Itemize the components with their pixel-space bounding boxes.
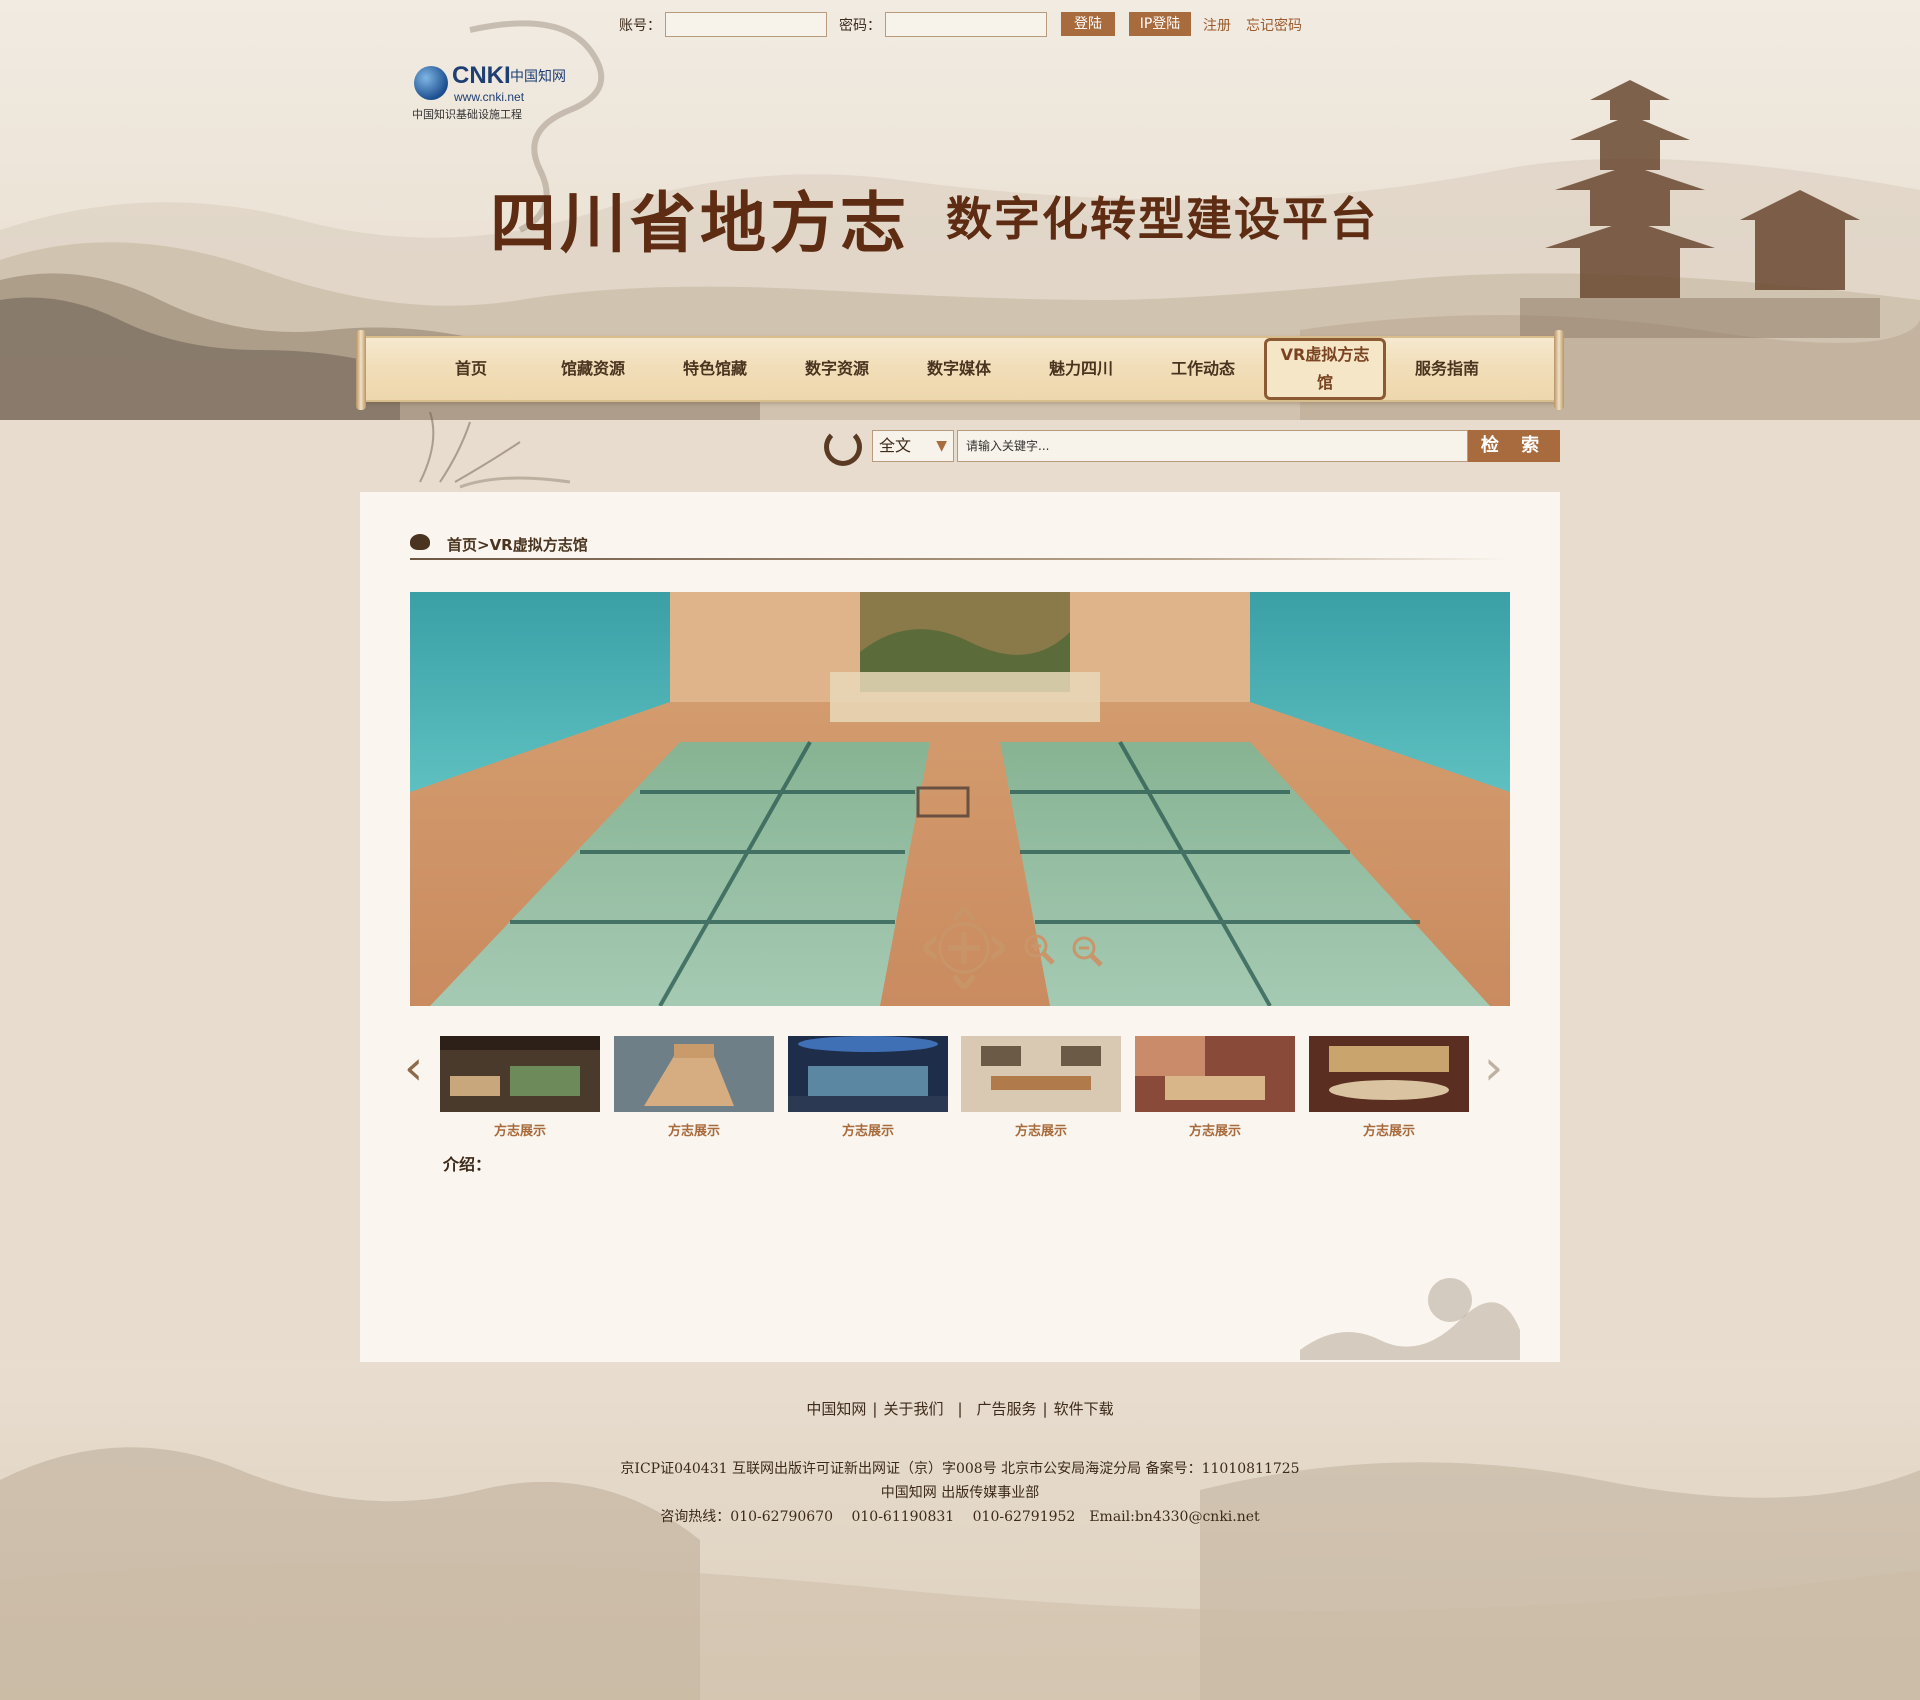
nav-item-digital-resources[interactable]: 数字资源 <box>776 338 898 400</box>
footer-separator: | <box>1042 1400 1048 1418</box>
scroll-roll-right <box>1554 330 1564 410</box>
footer-publisher: 中国知网 出版传媒事业部 <box>880 1485 1040 1501</box>
vr-panorama-viewer[interactable] <box>410 592 1510 1006</box>
nav-item-label: 特色馆藏 <box>682 359 747 378</box>
pagoda-illustration <box>1520 80 1880 338</box>
account-label: 账号： <box>619 18 661 34</box>
nav-item-label: 首页 <box>454 359 487 378</box>
footer-link-cnki[interactable]: 中国知网 <box>806 1400 866 1418</box>
cnki-logo[interactable]: CNKI 中国知网 www.cnki.net 中国知识基础设施工程 <box>410 62 570 124</box>
thumbnail-image[interactable] <box>614 1036 774 1112</box>
footer-links: 中国知网 | 关于我们 | 广告服务 | 软件下载 <box>0 1398 1920 1419</box>
nav-item-charm-sichuan[interactable]: 魅力四川 <box>1020 338 1142 400</box>
logo-subtitle: 中国知识基础设施工程 <box>412 108 522 121</box>
thumbnail-card[interactable]: 方志展示 <box>614 1036 774 1139</box>
thumbnail-image[interactable] <box>961 1036 1121 1112</box>
nav-item-label: 数字资源 <box>804 359 869 378</box>
move-icon[interactable] <box>918 902 1010 994</box>
footer-link-about[interactable]: 关于我们 <box>883 1400 943 1418</box>
globe-icon <box>414 66 448 100</box>
nav-item-service-guide[interactable]: 服务指南 <box>1386 338 1508 400</box>
nav-item-home[interactable]: 首页 <box>410 338 532 400</box>
thumbnail-caption: 方志展示 <box>841 1124 894 1139</box>
nav-item-news[interactable]: 工作动态 <box>1142 338 1264 400</box>
thumbnail-caption: 方志展示 <box>1014 1124 1067 1139</box>
breadcrumb-divider <box>410 558 1510 560</box>
thumbnail-image[interactable] <box>440 1036 600 1112</box>
password-label: 密码： <box>839 18 881 34</box>
footer-icp: 京ICP证040431 互联网出版许可证新出网证（京）字008号 北京市公安局海… <box>620 1461 1300 1477</box>
search-placeholder: 请输入关键字... <box>966 439 1050 453</box>
thumbnail-image[interactable] <box>1309 1036 1469 1112</box>
loading-spinner-icon <box>824 428 862 466</box>
site-title-sub: 数字化转型建设平台 <box>946 192 1378 246</box>
thumbnail-caption: 方志展示 <box>1362 1124 1415 1139</box>
footer-separator: | <box>872 1400 878 1418</box>
search-scope-select[interactable]: 全文 ▼ <box>872 430 954 462</box>
thumbnail-card[interactable]: 方志展示 <box>1135 1036 1295 1139</box>
site-title-main: 四川省地方志 <box>490 184 910 262</box>
thumbnail-card[interactable]: 方志展示 <box>961 1036 1121 1139</box>
nav-item-label: 服务指南 <box>1414 359 1479 378</box>
search-button[interactable]: 检 索 <box>1468 430 1560 462</box>
thumbnail-card[interactable]: 方志展示 <box>440 1036 600 1139</box>
account-input[interactable] <box>665 12 827 37</box>
ink-stone-icon <box>410 534 430 550</box>
zoom-in-icon[interactable] <box>1022 932 1056 966</box>
nav-item-label: 魅力四川 <box>1048 359 1113 378</box>
logo-brand-cn: 中国知网 <box>510 69 566 85</box>
thumbnail-caption: 方志展示 <box>667 1124 720 1139</box>
footer-separator: | <box>957 1400 963 1418</box>
main-nav: 首页 馆藏资源 特色馆藏 数字资源 数字媒体 魅力四川 工作动态 VR虚拟方志馆… <box>356 330 1564 410</box>
login-button[interactable]: 登陆 <box>1061 12 1115 36</box>
nav-item-label: 馆藏资源 <box>560 359 625 378</box>
search-input[interactable]: 请输入关键字... <box>957 430 1468 462</box>
ink-wash-decoration <box>1300 1278 1520 1360</box>
search-scope-value: 全文 <box>879 436 912 455</box>
ip-login-button[interactable]: IP登陆 <box>1129 12 1191 36</box>
logo-url: www.cnki.net <box>454 90 525 104</box>
logo-brand: CNKI <box>452 62 511 89</box>
intro-label: 介绍： <box>443 1155 492 1174</box>
forgot-password-link[interactable]: 忘记密码 <box>1246 15 1302 35</box>
thumbnail-image[interactable] <box>788 1036 948 1112</box>
thumbnail-caption: 方志展示 <box>1188 1124 1241 1139</box>
carousel-next-icon[interactable]: › <box>1484 1040 1503 1096</box>
breadcrumb: 首页>VR虚拟方志馆 <box>447 536 588 554</box>
footer-hotline: 咨询热线：010-62790670 010-61190831 010-62791… <box>660 1509 1260 1525</box>
thumbnail-caption: 方志展示 <box>493 1124 546 1139</box>
thumbnail-card[interactable]: 方志展示 <box>788 1036 948 1139</box>
password-input[interactable] <box>885 12 1047 37</box>
footer-link-software[interactable]: 软件下载 <box>1054 1400 1114 1418</box>
register-link[interactable]: 注册 <box>1203 15 1231 35</box>
zoom-out-icon[interactable] <box>1070 934 1104 968</box>
footer-link-ads[interactable]: 广告服务 <box>977 1400 1037 1418</box>
dropdown-caret-icon: ▼ <box>936 438 947 454</box>
nav-item-label: 数字媒体 <box>926 359 991 378</box>
nav-item-digital-media[interactable]: 数字媒体 <box>898 338 1020 400</box>
thumbnail-image[interactable] <box>1135 1036 1295 1112</box>
nav-item-label: 工作动态 <box>1170 359 1235 378</box>
nav-item-label: VR虚拟方志馆 <box>1264 338 1386 400</box>
nav-item-vr-museum[interactable]: VR虚拟方志馆 <box>1264 338 1386 400</box>
thumbnail-card[interactable]: 方志展示 <box>1309 1036 1469 1139</box>
scroll-roll-left <box>356 330 366 410</box>
carousel-prev-icon[interactable]: ‹ <box>404 1040 423 1096</box>
nav-items: 首页 馆藏资源 特色馆藏 数字资源 数字媒体 魅力四川 工作动态 VR虚拟方志馆… <box>410 338 1508 400</box>
nav-item-special-collections[interactable]: 特色馆藏 <box>654 338 776 400</box>
nav-item-collections[interactable]: 馆藏资源 <box>532 338 654 400</box>
ink-plant-decoration <box>419 411 571 489</box>
